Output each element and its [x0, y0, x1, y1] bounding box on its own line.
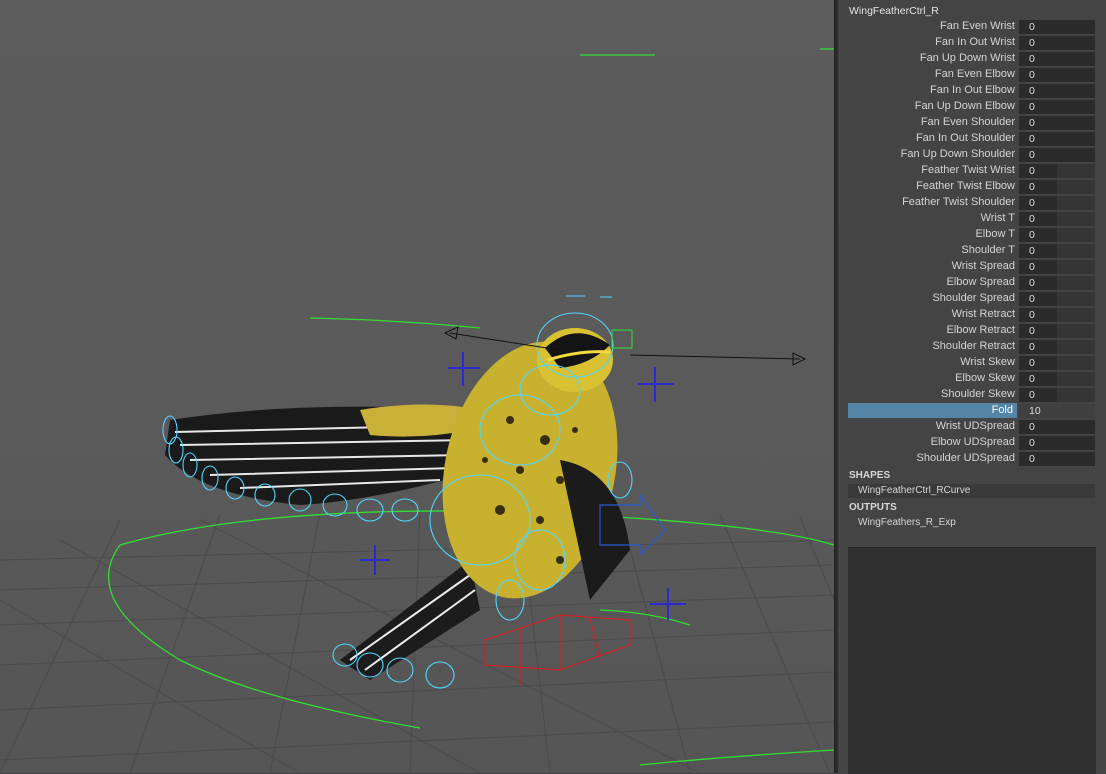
- attr-label: Fan Even Wrist: [940, 20, 1015, 32]
- node-name-label: WingFeatherCtrl_R: [849, 5, 939, 17]
- attr-row-fan-in-out-wrist[interactable]: Fan In Out Wrist 0: [838, 35, 1106, 51]
- attr-value-field[interactable]: 0: [1019, 212, 1095, 226]
- attr-row-elbow-udspread[interactable]: Elbow UDSpread 0: [838, 435, 1106, 451]
- attr-row-fan-up-down-elbow[interactable]: Fan Up Down Elbow 0: [838, 99, 1106, 115]
- attr-row-wrist-retract[interactable]: Wrist Retract 0: [838, 307, 1106, 323]
- attr-row-fan-up-down-wrist[interactable]: Fan Up Down Wrist 0: [838, 51, 1106, 67]
- output-node-item[interactable]: WingFeathers_R_Exp: [848, 516, 1095, 530]
- attr-label: Shoulder Spread: [932, 292, 1015, 304]
- attr-value-field[interactable]: 0: [1019, 164, 1095, 178]
- attr-row-elbow-retract[interactable]: Elbow Retract 0: [838, 323, 1106, 339]
- attr-row-wrist-t[interactable]: Wrist T 0: [838, 211, 1106, 227]
- attr-row-feather-twist-elbow[interactable]: Feather Twist Elbow 0: [838, 179, 1106, 195]
- attribute-editor-panel: WingFeatherCtrl_R Fan Even Wrist 0 Fan I…: [838, 0, 1106, 774]
- attr-row-fan-up-down-shoulder[interactable]: Fan Up Down Shoulder 0: [838, 147, 1106, 163]
- attr-value-field[interactable]: 0: [1019, 388, 1095, 402]
- attr-label: Elbow Spread: [946, 276, 1016, 288]
- attr-value-field[interactable]: 0: [1019, 132, 1095, 146]
- attr-value-field[interactable]: 0: [1019, 228, 1095, 242]
- head-ctrl-square[interactable]: [611, 329, 633, 349]
- attr-row-fan-in-out-shoulder[interactable]: Fan In Out Shoulder 0: [838, 131, 1106, 147]
- attr-row-elbow-spread[interactable]: Elbow Spread 0: [838, 275, 1106, 291]
- 3d-viewport[interactable]: [0, 0, 834, 773]
- direction-arrows[interactable]: [443, 326, 807, 366]
- attr-label: Wrist Retract: [951, 308, 1015, 320]
- attr-value-field[interactable]: 0: [1019, 20, 1095, 34]
- attr-value-field[interactable]: 0: [1019, 196, 1095, 210]
- attr-row-fan-even-shoulder[interactable]: Fan Even Shoulder 0: [838, 115, 1106, 131]
- attr-row-elbow-t[interactable]: Elbow T 0: [838, 227, 1106, 243]
- attr-label: Elbow UDSpread: [930, 436, 1015, 448]
- channel-box-empty-area: [848, 547, 1096, 774]
- attr-value-field[interactable]: 0: [1019, 260, 1095, 274]
- attr-label: Fan In Out Wrist: [935, 36, 1015, 48]
- attr-label: Fan Even Shoulder: [920, 116, 1015, 128]
- attr-label: Feather Twist Elbow: [916, 180, 1015, 192]
- attr-row-elbow-skew[interactable]: Elbow Skew 0: [838, 371, 1106, 387]
- attr-row-feather-twist-wrist[interactable]: Feather Twist Wrist 0: [838, 163, 1106, 179]
- attr-label: Wrist Skew: [960, 356, 1015, 368]
- attr-label: Shoulder UDSpread: [916, 452, 1015, 464]
- attr-label: Fan Up Down Wrist: [919, 52, 1015, 64]
- attr-row-fan-even-wrist[interactable]: Fan Even Wrist 0: [838, 19, 1106, 35]
- attr-label: Fan Even Elbow: [934, 68, 1015, 80]
- shapes-section-header: SHAPES: [849, 470, 891, 481]
- feet-selection-box[interactable]: [484, 614, 631, 685]
- attr-value-field[interactable]: 0: [1019, 292, 1095, 306]
- attr-row-fan-in-out-elbow[interactable]: Fan In Out Elbow 0: [838, 83, 1106, 99]
- attr-label: Feather Twist Shoulder: [902, 196, 1015, 208]
- attr-value-field[interactable]: 0: [1019, 116, 1095, 130]
- upper-arc-curve: [309, 317, 481, 329]
- attr-label: Shoulder Skew: [941, 388, 1015, 400]
- attr-row-wrist-skew[interactable]: Wrist Skew 0: [838, 355, 1106, 371]
- attr-label: Fan Up Down Elbow: [914, 100, 1015, 112]
- attr-row-fold-selected[interactable]: Fold 10: [838, 403, 1106, 419]
- attr-value-field[interactable]: 0: [1019, 356, 1095, 370]
- attr-label: Fan In Out Shoulder: [915, 132, 1015, 144]
- shape-node-item[interactable]: WingFeatherCtrl_RCurve: [848, 484, 1095, 498]
- attr-value-field[interactable]: 0: [1019, 180, 1095, 194]
- attr-label: Wrist T: [980, 212, 1015, 224]
- attr-row-feather-twist-shoulder[interactable]: Feather Twist Shoulder 0: [838, 195, 1106, 211]
- attr-label: Wrist Spread: [951, 260, 1015, 272]
- attr-label: Elbow Skew: [955, 372, 1015, 384]
- attr-value-field[interactable]: 0: [1019, 100, 1095, 114]
- attr-row-shoulder-t[interactable]: Shoulder T 0: [838, 243, 1106, 259]
- attr-value-field[interactable]: 0: [1019, 36, 1095, 50]
- attr-row-wrist-spread[interactable]: Wrist Spread 0: [838, 259, 1106, 275]
- attr-row-shoulder-skew[interactable]: Shoulder Skew 0: [838, 387, 1106, 403]
- attr-label: Fan Up Down Shoulder: [900, 148, 1015, 160]
- attr-row-wrist-udspread[interactable]: Wrist UDSpread 0: [838, 419, 1106, 435]
- attr-value-field[interactable]: 0: [1019, 84, 1095, 98]
- attr-label: Fan In Out Elbow: [930, 84, 1015, 96]
- attr-value-field[interactable]: 0: [1019, 324, 1095, 338]
- attr-value-field[interactable]: 0: [1019, 372, 1095, 386]
- attr-row-shoulder-udspread[interactable]: Shoulder UDSpread 0: [838, 451, 1106, 467]
- attr-label: Wrist UDSpread: [935, 420, 1015, 432]
- attr-value-field[interactable]: 0: [1019, 52, 1095, 66]
- attr-label: Fold: [848, 403, 1017, 418]
- attr-row-shoulder-spread[interactable]: Shoulder Spread 0: [838, 291, 1106, 307]
- attr-value-field[interactable]: 0: [1019, 436, 1095, 450]
- attr-value-field[interactable]: 0: [1019, 68, 1095, 82]
- attr-label: Feather Twist Wrist: [921, 164, 1015, 176]
- attr-label: Shoulder Retract: [932, 340, 1015, 352]
- attr-value-field[interactable]: 0: [1019, 308, 1095, 322]
- viewport-scene[interactable]: [0, 0, 834, 773]
- attr-value-field[interactable]: 0: [1019, 452, 1095, 466]
- attr-value-field[interactable]: 0: [1019, 340, 1095, 354]
- attr-row-shoulder-retract[interactable]: Shoulder Retract 0: [838, 339, 1106, 355]
- attr-value-field[interactable]: 10: [1019, 404, 1095, 418]
- attr-label: Elbow T: [975, 228, 1015, 240]
- attr-label: Shoulder T: [961, 244, 1015, 256]
- attr-value-field[interactable]: 0: [1019, 148, 1095, 162]
- attr-value-field[interactable]: 0: [1019, 420, 1095, 434]
- attr-value-field[interactable]: 0: [1019, 244, 1095, 258]
- attr-value-field[interactable]: 0: [1019, 276, 1095, 290]
- outputs-section-header: OUTPUTS: [849, 502, 897, 513]
- attr-row-fan-even-elbow[interactable]: Fan Even Elbow 0: [838, 67, 1106, 83]
- attr-label: Elbow Retract: [946, 324, 1015, 336]
